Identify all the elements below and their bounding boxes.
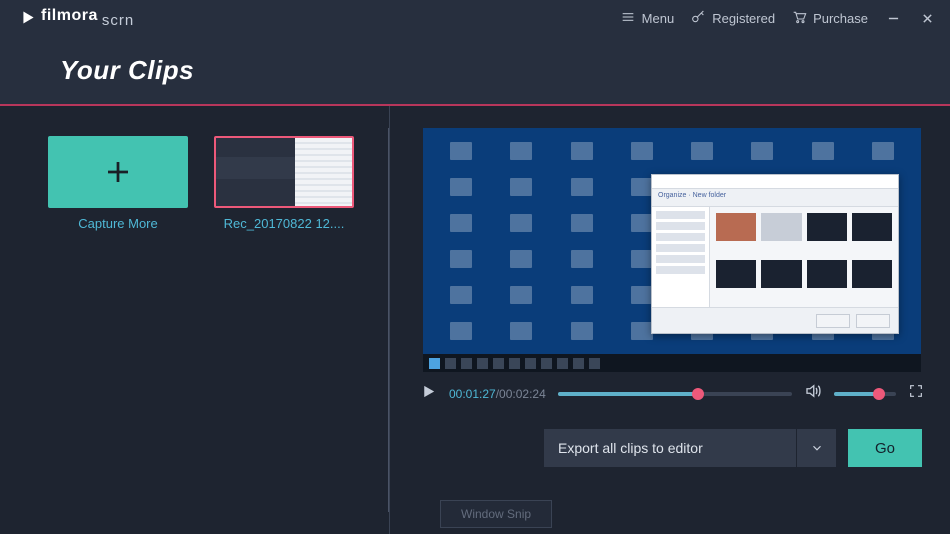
brand: filmora scrn bbox=[20, 7, 134, 29]
plus-icon bbox=[103, 157, 133, 187]
player-controls: 00:01:27 /00:02:24 bbox=[418, 382, 926, 405]
clip-label: Rec_20170822 12.... bbox=[214, 216, 354, 231]
page-title: Your Clips bbox=[60, 55, 194, 86]
titlebar: filmora scrn Menu Registered Purchase bbox=[0, 0, 950, 36]
cart-icon bbox=[791, 9, 807, 28]
play-icon bbox=[420, 383, 437, 400]
menu-icon bbox=[620, 9, 636, 28]
preview-video[interactable]: Organize · New folder bbox=[423, 128, 921, 372]
capture-more-label: Capture More bbox=[48, 216, 188, 231]
registered-label: Registered bbox=[712, 11, 775, 26]
minimize-button[interactable] bbox=[884, 9, 902, 27]
section-header: Your Clips bbox=[0, 36, 950, 106]
seek-slider[interactable] bbox=[558, 392, 792, 396]
purchase-button[interactable]: Purchase bbox=[791, 9, 868, 28]
window-snip-overlay: Window Snip bbox=[440, 500, 552, 528]
go-button[interactable]: Go bbox=[848, 429, 922, 467]
brand-logo: filmora bbox=[20, 7, 98, 25]
duration: /00:02:24 bbox=[496, 387, 546, 401]
export-select[interactable]: Export all clips to editor bbox=[544, 429, 836, 467]
brand-name: filmora bbox=[41, 7, 98, 25]
clips-pane: Capture More Rec_20170822 12.... bbox=[0, 106, 390, 534]
menu-button[interactable]: Menu bbox=[620, 9, 675, 28]
current-time: 00:01:27 bbox=[449, 387, 496, 401]
seek-handle[interactable] bbox=[692, 388, 704, 400]
volume-icon bbox=[804, 382, 822, 400]
logo-icon bbox=[20, 9, 37, 26]
export-dropdown-toggle[interactable] bbox=[796, 429, 836, 467]
vertical-divider bbox=[388, 128, 389, 512]
preview-pane: Organize · New folder 00:01:27 bbox=[390, 106, 950, 534]
volume-handle[interactable] bbox=[873, 388, 885, 400]
export-selected-label: Export all clips to editor bbox=[544, 429, 796, 467]
volume-button[interactable] bbox=[804, 382, 822, 405]
titlebar-right: Menu Registered Purchase bbox=[620, 9, 936, 28]
play-button[interactable] bbox=[420, 383, 437, 405]
capture-more-thumb[interactable] bbox=[48, 136, 188, 208]
capture-more-card[interactable]: Capture More bbox=[48, 136, 188, 231]
menu-label: Menu bbox=[642, 11, 675, 26]
registered-button[interactable]: Registered bbox=[690, 9, 775, 28]
brand-suffix: scrn bbox=[102, 12, 134, 29]
close-button[interactable] bbox=[918, 9, 936, 27]
preview-taskbar bbox=[423, 354, 921, 372]
clip-card[interactable]: Rec_20170822 12.... bbox=[214, 136, 354, 231]
time-display: 00:01:27 /00:02:24 bbox=[449, 387, 546, 401]
clip-thumbnail[interactable] bbox=[214, 136, 354, 208]
chevron-down-icon bbox=[810, 441, 824, 455]
export-row: Export all clips to editor Go bbox=[418, 429, 926, 467]
fullscreen-button[interactable] bbox=[908, 383, 924, 404]
seek-fill bbox=[558, 392, 699, 396]
preview-explorer-window: Organize · New folder bbox=[651, 174, 899, 334]
key-icon bbox=[690, 9, 706, 28]
purchase-label: Purchase bbox=[813, 11, 868, 26]
fullscreen-icon bbox=[908, 383, 924, 399]
volume-slider[interactable] bbox=[834, 392, 896, 396]
main: Capture More Rec_20170822 12.... Organiz… bbox=[0, 106, 950, 534]
